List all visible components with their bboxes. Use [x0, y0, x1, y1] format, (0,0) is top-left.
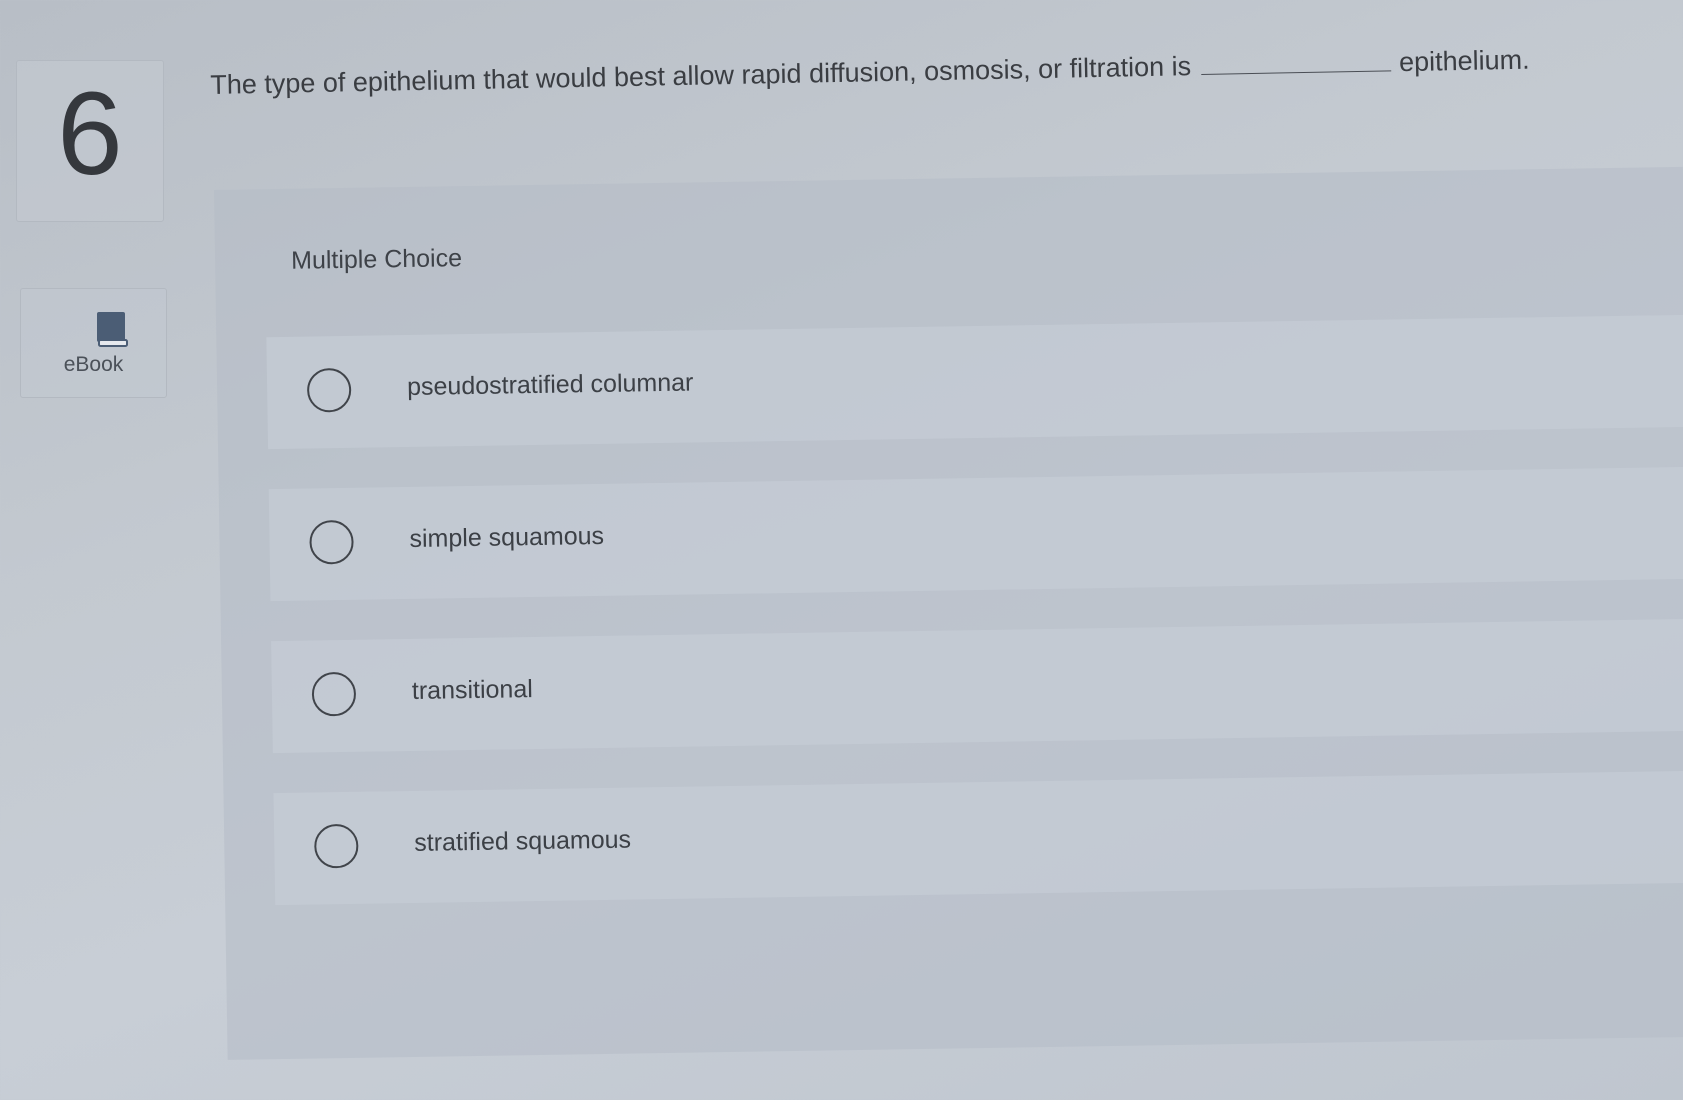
choice-label: transitional: [411, 675, 534, 705]
question-text-before-blank: The type of epithelium that would best a…: [210, 51, 1192, 100]
ebook-label: eBook: [63, 353, 124, 376]
question-number: 6: [57, 68, 123, 200]
choice-option[interactable]: transitional: [271, 618, 1683, 754]
question-prompt: The type of epithelium that would best a…: [210, 42, 1660, 101]
radio-button[interactable]: [306, 367, 352, 413]
radio-button[interactable]: [313, 823, 359, 869]
choice-label: pseudostratified columnar: [406, 368, 694, 401]
choice-option[interactable]: simple squamous: [268, 466, 1683, 602]
choice-label: stratified squamous: [414, 825, 632, 857]
choice-option[interactable]: stratified squamous: [273, 770, 1683, 906]
question-number-box: 6: [16, 60, 164, 222]
question-text-after-blank: epithelium.: [1398, 44, 1530, 78]
radio-button[interactable]: [309, 519, 354, 565]
choice-option[interactable]: pseudostratified columnar: [266, 314, 1683, 450]
answer-blank: [1201, 69, 1392, 75]
choice-label: simple squamous: [409, 521, 605, 553]
question-type-label: Multiple Choice: [290, 244, 463, 275]
ebook-button[interactable]: eBook: [20, 288, 167, 398]
book-icon: [97, 312, 128, 347]
answer-panel: Multiple Choice pseudostratified columna…: [214, 166, 1683, 1060]
radio-button[interactable]: [311, 671, 357, 717]
